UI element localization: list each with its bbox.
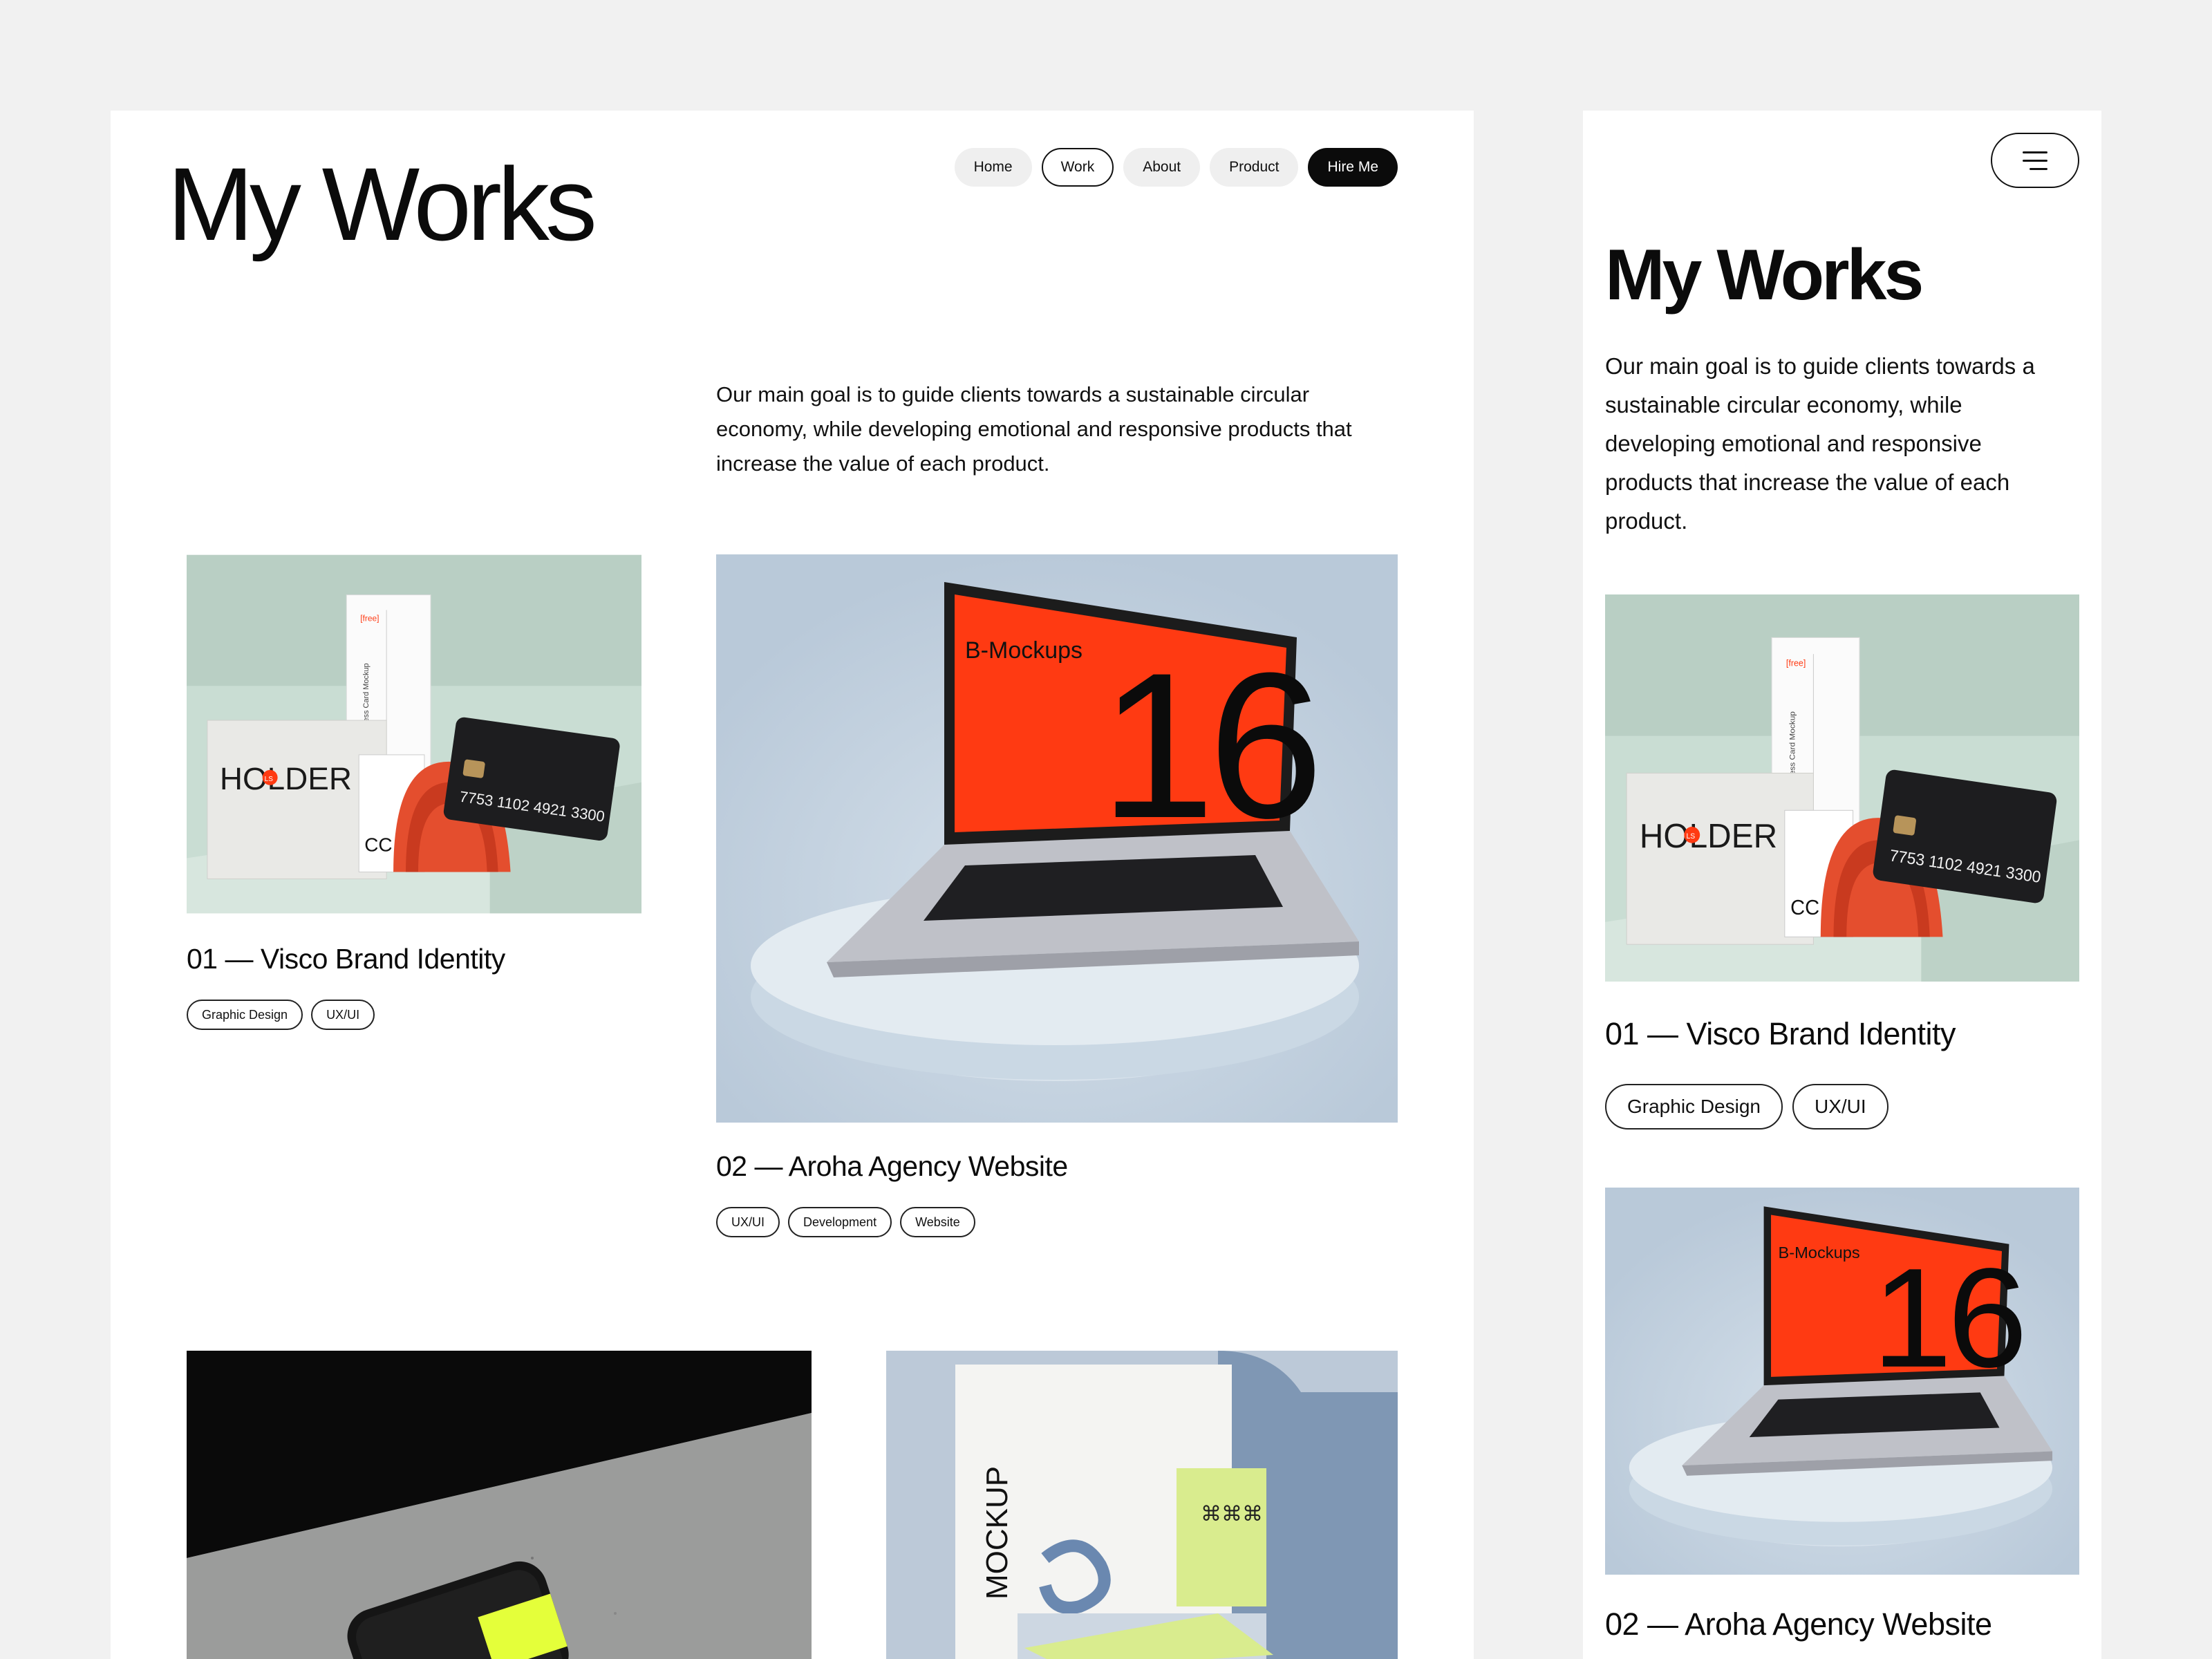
tag-graphic-design[interactable]: Graphic Design (187, 1000, 303, 1030)
page-title: My Works (167, 146, 597, 262)
note-tag: [free] (360, 613, 379, 623)
nav-home[interactable]: Home (954, 148, 1032, 187)
tag-development[interactable]: Development (788, 1207, 892, 1237)
stationery-vertical-text: MOCKUP (980, 1466, 1014, 1600)
desktop-preview: My Works Home Work About Product Hire Me… (111, 111, 1474, 1659)
stationery-mockup-illustration: MOCKUP ⌘⌘⌘ (886, 1351, 1398, 1659)
project-image-aroha[interactable]: B-Mockups 16 (716, 554, 1398, 1123)
intro-text: Our main goal is to guide clients toward… (1605, 353, 2035, 534)
holder-cc: CC (364, 834, 392, 855)
holder-mockup-illustration: [free] Business Card Mockup HOLDER LS CC… (187, 554, 641, 914)
tag-website[interactable]: Website (900, 1207, 975, 1237)
menu-icon (2030, 167, 2047, 170)
menu-icon (2023, 159, 2047, 162)
project-image-aroha[interactable]: B-Mockups 16 (1605, 1188, 2079, 1575)
tag-ux-ui[interactable]: UX/UI (716, 1207, 780, 1237)
laptop-mockup-illustration: B-Mockups 16 (1605, 1188, 2079, 1575)
stationery-glyphs: ⌘⌘⌘ (1201, 1502, 1263, 1526)
laptop-mockup-illustration: B-Mockups 16 (716, 554, 1398, 1123)
nav-work[interactable]: Work (1041, 148, 1114, 187)
project-card-phone[interactable] (187, 1351, 812, 1659)
project-image-phone[interactable] (187, 1351, 812, 1659)
project-image-stationery[interactable]: MOCKUP ⌘⌘⌘ (886, 1351, 1398, 1659)
hire-me-button[interactable]: Hire Me (1308, 148, 1398, 187)
holder-brand: HOLDER (220, 760, 352, 796)
page-title: My Works (1605, 235, 1924, 315)
laptop-brand: B-Mockups (1778, 1244, 1859, 1262)
holder-badge: LS (1686, 832, 1695, 841)
project-title[interactable]: 02 — Aroha Agency Website (716, 1150, 1068, 1183)
project-image-visco[interactable]: [free] Business Card Mockup HOLDER LS CC… (187, 554, 641, 914)
tag-ux-ui[interactable]: UX/UI (311, 1000, 375, 1030)
project-card-visco[interactable]: [free] Business Card Mockup HOLDER LS CC… (1605, 594, 2082, 1237)
nav-product[interactable]: Product (1210, 148, 1299, 187)
tag-graphic-design[interactable]: Graphic Design (1605, 1084, 1783, 1130)
intro-text: Our main goal is to guide clients toward… (716, 382, 1352, 476)
holder-mockup-illustration: [free] Business Card Mockup HOLDER LS CC… (1605, 594, 2079, 982)
laptop-brand: B-Mockups (965, 637, 1082, 664)
tag-ux-ui[interactable]: UX/UI (1792, 1084, 1888, 1130)
project-card-aroha[interactable]: B-Mockups 16 02 — Aroha Agency Website U… (716, 554, 1398, 1246)
menu-button[interactable] (1991, 133, 2079, 188)
laptop-number: 16 (1872, 1239, 2023, 1397)
laptop-number: 16 (1100, 629, 1317, 861)
project-title[interactable]: 01 — Visco Brand Identity (187, 943, 505, 975)
menu-icon (2023, 151, 2047, 153)
project-card-stationery[interactable]: MOCKUP ⌘⌘⌘ (886, 1351, 1398, 1659)
project-card-aroha[interactable]: B-Mockups 16 02 — Aroha Agency Website (1605, 1188, 2082, 1659)
phone-mockup-illustration (187, 1351, 812, 1659)
note-tag: [free] (1786, 658, 1806, 668)
holder-badge: LS (265, 776, 274, 783)
project-card-visco[interactable]: [free] Business Card Mockup HOLDER LS CC… (187, 554, 643, 1038)
project-tags: UX/UI Development Website (716, 1207, 984, 1237)
mobile-preview: My Works Our main goal is to guide clien… (1583, 111, 2101, 1659)
holder-cc: CC (1790, 897, 1819, 920)
project-tags: Graphic Design UX/UI (187, 1000, 383, 1030)
project-tags: Graphic Design UX/UI (1605, 1084, 1898, 1130)
holder-brand: HOLDER (1640, 817, 1777, 855)
top-nav: Home Work About Product Hire Me (954, 148, 1398, 187)
project-title[interactable]: 01 — Visco Brand Identity (1605, 1016, 1956, 1052)
nav-about[interactable]: About (1123, 148, 1201, 187)
project-image-visco[interactable]: [free] Business Card Mockup HOLDER LS CC… (1605, 594, 2079, 982)
project-title[interactable]: 02 — Aroha Agency Website (1605, 1606, 1992, 1642)
